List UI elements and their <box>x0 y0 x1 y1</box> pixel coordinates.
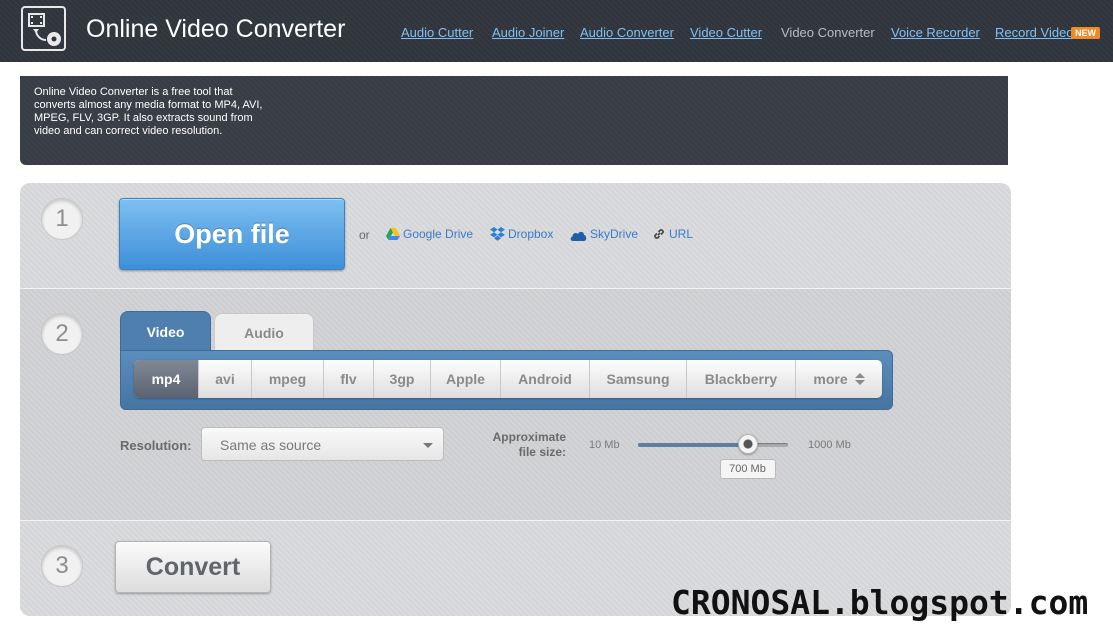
format-flv[interactable]: flv <box>324 360 374 398</box>
file-size-slider-fill <box>638 443 748 447</box>
format-mpeg[interactable]: mpeg <box>252 360 324 398</box>
resolution-label: Resolution: <box>120 438 192 453</box>
new-badge: NEW <box>1071 27 1100 39</box>
dropbox-label: Dropbox <box>508 227 554 241</box>
dropbox-link[interactable]: Dropbox <box>490 227 553 241</box>
step-number: 2 <box>41 313 83 355</box>
nav-video-converter[interactable]: Video Converter <box>781 25 875 40</box>
size-max-label: 1000 Mb <box>808 439 851 451</box>
format-android[interactable]: Android <box>501 360 590 398</box>
watermark-text: CRONOSAL.blogspot.com <box>671 583 1089 622</box>
google-drive-label: Google Drive <box>403 227 474 241</box>
format-3gp[interactable]: 3gp <box>374 360 431 398</box>
nav-video-cutter[interactable]: Video Cutter <box>690 25 762 40</box>
step-number: 1 <box>41 198 83 240</box>
format-more-label: more <box>813 371 848 387</box>
google-drive-icon <box>386 228 400 240</box>
step-number: 3 <box>41 545 83 587</box>
format-blackberry[interactable]: Blackberry <box>687 360 796 398</box>
step-format: 2 Video Audio mp4 avi mpeg flv 3gp Apple… <box>20 289 1011 521</box>
file-size-slider-track[interactable] <box>638 443 788 447</box>
file-size-value: 700 Mb <box>719 459 776 479</box>
format-mp4[interactable]: mp4 <box>134 360 199 398</box>
skydrive-label: SkyDrive <box>590 227 639 241</box>
tab-audio[interactable]: Audio <box>214 313 314 352</box>
format-apple[interactable]: Apple <box>431 360 501 398</box>
file-size-label-line2: file size: <box>518 445 566 459</box>
intro-text: Online Video Converter is a free tool th… <box>34 86 263 137</box>
top-bar: Online Video Converter Audio Cutter Audi… <box>0 0 1113 62</box>
dropbox-icon <box>490 227 505 241</box>
intro-banner: Online Video Converter is a free tool th… <box>20 76 1008 165</box>
file-size-slider-handle[interactable] <box>737 434 758 454</box>
nav-voice-recorder[interactable]: Voice Recorder <box>891 25 980 40</box>
resolution-value: Same as source <box>220 437 322 453</box>
up-down-icon <box>854 373 865 385</box>
nav-audio-converter[interactable]: Audio Converter <box>580 25 674 40</box>
open-file-button[interactable]: Open file <box>119 198 345 270</box>
link-icon <box>654 229 664 239</box>
format-more[interactable]: more <box>796 360 882 398</box>
top-nav: Audio Cutter Audio Joiner Audio Converte… <box>0 25 1113 45</box>
converter-panel: 1 Open file or Google Drive Dropbox SkyD… <box>20 183 1011 616</box>
step-open-file: 1 Open file or Google Drive Dropbox SkyD… <box>20 183 1011 289</box>
google-drive-link[interactable]: Google Drive <box>386 227 473 241</box>
nav-record-video[interactable]: Record Video <box>995 25 1074 40</box>
format-avi[interactable]: avi <box>199 360 252 398</box>
format-samsung[interactable]: Samsung <box>590 360 687 398</box>
size-min-label: 10 Mb <box>589 439 620 451</box>
url-label: URL <box>669 227 694 241</box>
skydrive-link[interactable]: SkyDrive <box>570 227 638 241</box>
format-strip: mp4 avi mpeg flv 3gp Apple Android Samsu… <box>120 350 893 410</box>
tab-video[interactable]: Video <box>120 311 211 352</box>
url-link[interactable]: URL <box>652 227 693 241</box>
or-label: or <box>359 228 370 242</box>
file-size-label-line1: Approximate <box>492 430 566 444</box>
nav-audio-joiner[interactable]: Audio Joiner <box>492 25 564 40</box>
chevron-down-icon <box>423 443 433 448</box>
convert-button[interactable]: Convert <box>115 541 271 593</box>
nav-audio-cutter[interactable]: Audio Cutter <box>401 25 473 40</box>
format-bar: mp4 avi mpeg flv 3gp Apple Android Samsu… <box>134 360 882 398</box>
file-size-label: Approximate file size: <box>460 430 566 460</box>
skydrive-icon <box>570 231 587 241</box>
resolution-select[interactable]: Same as source <box>201 427 444 461</box>
